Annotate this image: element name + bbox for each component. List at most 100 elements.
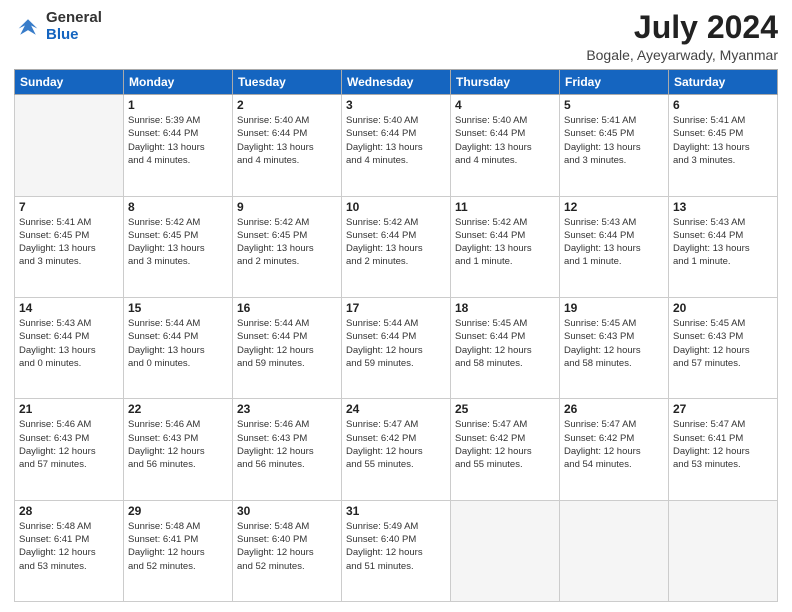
day-number: 10	[346, 200, 446, 214]
logo-icon	[14, 13, 42, 41]
table-row: 13 Sunrise: 5:43 AM Sunset: 6:44 PM Dayli…	[669, 196, 778, 297]
day-info: Sunrise: 5:45 AM Sunset: 6:43 PM Dayligh…	[673, 317, 773, 370]
day-info: Sunrise: 5:47 AM Sunset: 6:42 PM Dayligh…	[455, 418, 555, 471]
table-row: 17Sunrise: 5:44 AM Sunset: 6:44 PM Dayli…	[342, 297, 451, 398]
day-info: Sunrise: 5:42 AM Sunset: 6:45 PM Dayligh…	[237, 216, 337, 269]
table-row: 10 Sunrise: 5:42 AM Sunset: 6:44 PM Dayli…	[342, 196, 451, 297]
header-sunday: Sunday	[15, 70, 124, 95]
day-number: 6	[673, 98, 773, 112]
day-number: 7	[19, 200, 119, 214]
logo: General Blue	[14, 10, 102, 43]
header-wednesday: Wednesday	[342, 70, 451, 95]
calendar-week-row: 21 Sunrise: 5:46 AM Sunset: 6:43 PM Dayli…	[15, 399, 778, 500]
title-block: July 2024 Bogale, Ayeyarwady, Myanmar	[586, 10, 778, 63]
table-row: 2Sunrise: 5:40 AM Sunset: 6:44 PM Daylig…	[233, 95, 342, 196]
day-number: 20	[673, 301, 773, 315]
day-info: Sunrise: 5:41 AM Sunset: 6:45 PM Dayligh…	[673, 114, 773, 167]
table-row: 18 Sunrise: 5:45 AM Sunset: 6:44 PM Dayli…	[451, 297, 560, 398]
table-row: 30 Sunrise: 5:48 AM Sunset: 6:40 PM Dayli…	[233, 500, 342, 601]
day-number: 1	[128, 98, 228, 112]
location: Bogale, Ayeyarwady, Myanmar	[586, 47, 778, 63]
calendar-week-row: 14Sunrise: 5:43 AM Sunset: 6:44 PM Dayli…	[15, 297, 778, 398]
table-row: 9Sunrise: 5:42 AM Sunset: 6:45 PM Daylig…	[233, 196, 342, 297]
table-row: 26Sunrise: 5:47 AM Sunset: 6:42 PM Dayli…	[560, 399, 669, 500]
day-number: 13	[673, 200, 773, 214]
day-number: 3	[346, 98, 446, 112]
day-number: 19	[564, 301, 664, 315]
calendar-week-row: 28 Sunrise: 5:48 AM Sunset: 6:41 PM Dayli…	[15, 500, 778, 601]
day-info: Sunrise: 5:48 AM Sunset: 6:41 PM Dayligh…	[128, 520, 228, 573]
day-info: Sunrise: 5:48 AM Sunset: 6:40 PM Dayligh…	[237, 520, 337, 573]
logo-blue: Blue	[46, 26, 79, 43]
table-row: 6 Sunrise: 5:41 AM Sunset: 6:45 PM Daylig…	[669, 95, 778, 196]
day-number: 26	[564, 402, 664, 416]
day-number: 18	[455, 301, 555, 315]
table-row: 7 Sunrise: 5:41 AM Sunset: 6:45 PM Daylig…	[15, 196, 124, 297]
day-number: 4	[455, 98, 555, 112]
table-row: 14Sunrise: 5:43 AM Sunset: 6:44 PM Dayli…	[15, 297, 124, 398]
day-number: 25	[455, 402, 555, 416]
header-tuesday: Tuesday	[233, 70, 342, 95]
table-row: 24 Sunrise: 5:47 AM Sunset: 6:42 PM Dayli…	[342, 399, 451, 500]
table-row: 3 Sunrise: 5:40 AM Sunset: 6:44 PM Daylig…	[342, 95, 451, 196]
table-row: 21Sunrise: 5:46 AM Sunset: 6:43 PM Dayli…	[15, 399, 124, 500]
day-info: Sunrise: 5:39 AM Sunset: 6:44 PM Dayligh…	[128, 114, 228, 167]
header-saturday: Saturday	[669, 70, 778, 95]
day-number: 12	[564, 200, 664, 214]
table-row: 8Sunrise: 5:42 AM Sunset: 6:45 PM Daylig…	[124, 196, 233, 297]
day-info: Sunrise: 5:41 AM Sunset: 6:45 PM Dayligh…	[19, 216, 119, 269]
day-info: Sunrise: 5:44 AM Sunset: 6:44 PM Dayligh…	[128, 317, 228, 370]
table-row: 23 Sunrise: 5:46 AM Sunset: 6:43 PM Dayli…	[233, 399, 342, 500]
day-info: Sunrise: 5:46 AM Sunset: 6:43 PM Dayligh…	[237, 418, 337, 471]
day-number: 29	[128, 504, 228, 518]
table-row: 1 Sunrise: 5:39 AM Sunset: 6:44 PM Daylig…	[124, 95, 233, 196]
table-row	[15, 95, 124, 196]
day-number: 28	[19, 504, 119, 518]
calendar-week-row: 1 Sunrise: 5:39 AM Sunset: 6:44 PM Daylig…	[15, 95, 778, 196]
day-info: Sunrise: 5:47 AM Sunset: 6:41 PM Dayligh…	[673, 418, 773, 471]
page: General Blue July 2024 Bogale, Ayeyarwad…	[0, 0, 792, 612]
day-info: Sunrise: 5:45 AM Sunset: 6:43 PM Dayligh…	[564, 317, 664, 370]
calendar-table: Sunday Monday Tuesday Wednesday Thursday…	[14, 69, 778, 602]
day-number: 11	[455, 200, 555, 214]
day-number: 31	[346, 504, 446, 518]
day-info: Sunrise: 5:42 AM Sunset: 6:44 PM Dayligh…	[455, 216, 555, 269]
day-info: Sunrise: 5:43 AM Sunset: 6:44 PM Dayligh…	[673, 216, 773, 269]
day-number: 30	[237, 504, 337, 518]
calendar-header-row: Sunday Monday Tuesday Wednesday Thursday…	[15, 70, 778, 95]
day-info: Sunrise: 5:42 AM Sunset: 6:45 PM Dayligh…	[128, 216, 228, 269]
day-number: 16	[237, 301, 337, 315]
day-info: Sunrise: 5:44 AM Sunset: 6:44 PM Dayligh…	[237, 317, 337, 370]
day-info: Sunrise: 5:40 AM Sunset: 6:44 PM Dayligh…	[346, 114, 446, 167]
day-number: 27	[673, 402, 773, 416]
table-row	[669, 500, 778, 601]
day-info: Sunrise: 5:47 AM Sunset: 6:42 PM Dayligh…	[346, 418, 446, 471]
day-info: Sunrise: 5:49 AM Sunset: 6:40 PM Dayligh…	[346, 520, 446, 573]
logo-general: General	[46, 9, 102, 26]
day-info: Sunrise: 5:48 AM Sunset: 6:41 PM Dayligh…	[19, 520, 119, 573]
table-row: 31 Sunrise: 5:49 AM Sunset: 6:40 PM Dayli…	[342, 500, 451, 601]
day-info: Sunrise: 5:42 AM Sunset: 6:44 PM Dayligh…	[346, 216, 446, 269]
table-row	[451, 500, 560, 601]
day-info: Sunrise: 5:43 AM Sunset: 6:44 PM Dayligh…	[19, 317, 119, 370]
day-number: 5	[564, 98, 664, 112]
calendar-week-row: 7 Sunrise: 5:41 AM Sunset: 6:45 PM Daylig…	[15, 196, 778, 297]
day-number: 24	[346, 402, 446, 416]
table-row: 19 Sunrise: 5:45 AM Sunset: 6:43 PM Dayli…	[560, 297, 669, 398]
header-monday: Monday	[124, 70, 233, 95]
day-info: Sunrise: 5:45 AM Sunset: 6:44 PM Dayligh…	[455, 317, 555, 370]
table-row: 16 Sunrise: 5:44 AM Sunset: 6:44 PM Dayli…	[233, 297, 342, 398]
day-number: 23	[237, 402, 337, 416]
day-info: Sunrise: 5:40 AM Sunset: 6:44 PM Dayligh…	[455, 114, 555, 167]
day-number: 17	[346, 301, 446, 315]
header-thursday: Thursday	[451, 70, 560, 95]
day-number: 22	[128, 402, 228, 416]
day-number: 21	[19, 402, 119, 416]
table-row: 4 Sunrise: 5:40 AM Sunset: 6:44 PM Daylig…	[451, 95, 560, 196]
table-row: 25 Sunrise: 5:47 AM Sunset: 6:42 PM Dayli…	[451, 399, 560, 500]
table-row: 5 Sunrise: 5:41 AM Sunset: 6:45 PM Daylig…	[560, 95, 669, 196]
table-row: 12Sunrise: 5:43 AM Sunset: 6:44 PM Dayli…	[560, 196, 669, 297]
day-info: Sunrise: 5:41 AM Sunset: 6:45 PM Dayligh…	[564, 114, 664, 167]
day-number: 2	[237, 98, 337, 112]
table-row: 15Sunrise: 5:44 AM Sunset: 6:44 PM Dayli…	[124, 297, 233, 398]
